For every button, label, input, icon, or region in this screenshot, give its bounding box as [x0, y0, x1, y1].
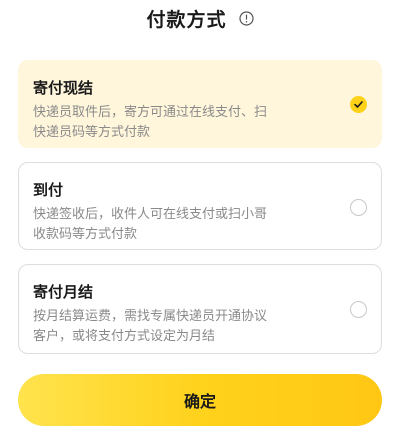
option-description-line: 客户，或将支付方式设定为月结 — [33, 329, 216, 344]
page-header: 付款方式 — [0, 0, 400, 36]
option-description-line: 按月结算运费，需找专属快递员开通协议 — [33, 309, 268, 324]
option-title: 到付 — [33, 181, 64, 199]
payment-option-cod[interactable]: 到付 快递签收后，收件人可在线支付或扫小哥 收款码等方式付款 — [18, 162, 382, 250]
option-description-line: 收款码等方式付款 — [33, 227, 138, 242]
info-circle-icon[interactable] — [238, 10, 254, 26]
radio-unchecked-icon[interactable] — [350, 199, 367, 216]
option-description-line: 快递员取件后，寄方可通过在线支付、扫 — [33, 105, 268, 120]
payment-option-monthly[interactable]: 寄付月结 按月结算运费，需找专属快递员开通协议 客户，或将支付方式设定为月结 — [18, 264, 382, 354]
confirm-button[interactable]: 确定 — [18, 374, 382, 426]
radio-unchecked-icon[interactable] — [350, 301, 367, 318]
option-description: 按月结算运费，需找专属快递员开通协议 客户，或将支付方式设定为月结 — [33, 307, 323, 347]
payment-option-prepaid[interactable]: 寄付现结 快递员取件后，寄方可通过在线支付、扫 快递员码等方式付款 — [18, 60, 382, 148]
radio-checked-icon[interactable] — [350, 96, 367, 113]
option-title: 寄付月结 — [33, 283, 94, 301]
option-description: 快递签收后，收件人可在线支付或扫小哥 收款码等方式付款 — [33, 205, 323, 245]
page-title: 付款方式 — [146, 8, 227, 31]
option-description-line: 快递员码等方式付款 — [33, 125, 151, 140]
option-description-line: 快递签收后，收件人可在线支付或扫小哥 — [33, 207, 268, 222]
option-title: 寄付现结 — [33, 79, 94, 97]
option-description: 快递员取件后，寄方可通过在线支付、扫 快递员码等方式付款 — [33, 103, 323, 143]
